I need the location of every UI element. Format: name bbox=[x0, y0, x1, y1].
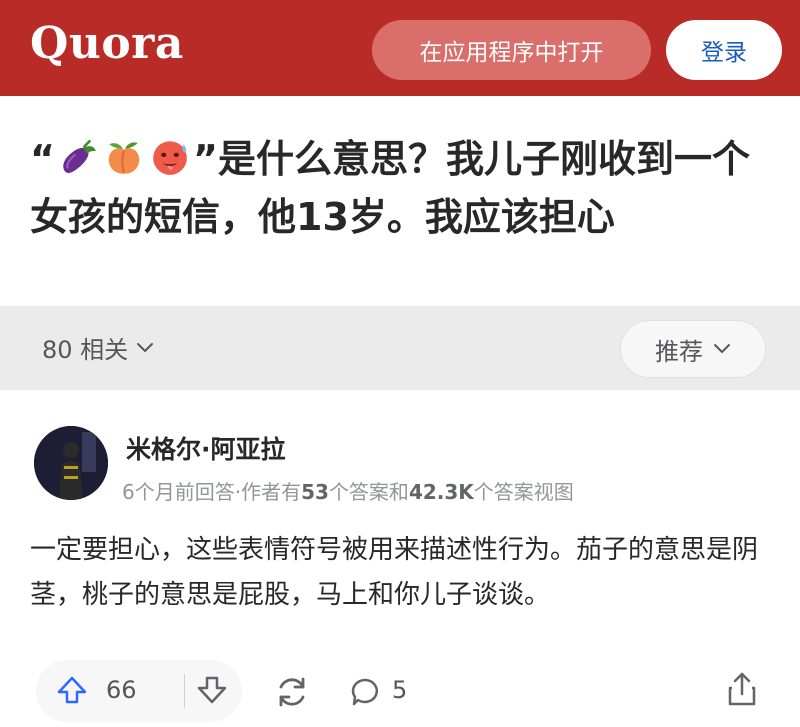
top-bar: Quora 在应用程序中打开 登录 bbox=[0, 0, 800, 96]
meta-prefix: 6个月前回答·作者有 bbox=[122, 480, 302, 504]
answer-body[interactable]: 一定要担心，这些表情符号被用来描述性行为。茄子的意思是阴茎，桃子的意思是屁股，马… bbox=[30, 528, 770, 618]
meta-suffix: 个答案视图 bbox=[473, 480, 574, 504]
comment-icon[interactable] bbox=[350, 676, 382, 708]
share-icon[interactable] bbox=[274, 674, 310, 710]
upvote-arrow-icon[interactable] bbox=[56, 674, 88, 706]
author-avatar[interactable] bbox=[34, 426, 108, 500]
sort-label: 推荐 bbox=[655, 337, 703, 366]
answer-meta: 6个月前回答·作者有53个答案和42.3K个答案视图 bbox=[122, 476, 574, 505]
related-dropdown[interactable]: 80 相关 bbox=[42, 330, 154, 365]
quora-logo[interactable]: Quora bbox=[30, 18, 184, 69]
comment-count: 5 bbox=[392, 676, 408, 704]
vote-pill: 66 bbox=[36, 660, 242, 722]
chevron-down-icon bbox=[714, 344, 730, 354]
eggplant-emoji bbox=[63, 139, 96, 173]
open-in-app-button[interactable]: 在应用程序中打开 bbox=[372, 20, 651, 80]
meta-mid: 个答案和 bbox=[328, 480, 409, 504]
question-title[interactable]: “ ”是什么意思？我儿子刚收到一个女孩的短信，他13岁。我应该担心 bbox=[30, 130, 770, 246]
answer-count: 53 bbox=[301, 480, 329, 504]
downvote-arrow-icon[interactable] bbox=[196, 674, 228, 706]
upload-icon[interactable] bbox=[726, 670, 758, 708]
chevron-down-icon bbox=[137, 342, 154, 352]
login-button[interactable]: 登录 bbox=[666, 20, 782, 80]
upvote-count: 66 bbox=[106, 676, 137, 704]
vote-divider bbox=[184, 674, 185, 708]
author-name[interactable]: 米格尔·阿亚拉 bbox=[126, 430, 286, 466]
hot-face-emoji bbox=[153, 141, 187, 175]
sort-dropdown-button[interactable]: 推荐 bbox=[620, 320, 766, 378]
avatar-figure-icon bbox=[34, 426, 108, 500]
related-label: 80 相关 bbox=[42, 336, 129, 364]
view-count: 42.3K bbox=[408, 480, 474, 504]
open-quote: “ bbox=[30, 137, 55, 181]
peach-emoji bbox=[108, 142, 140, 174]
related-bar: 80 相关 推荐 bbox=[0, 306, 800, 390]
